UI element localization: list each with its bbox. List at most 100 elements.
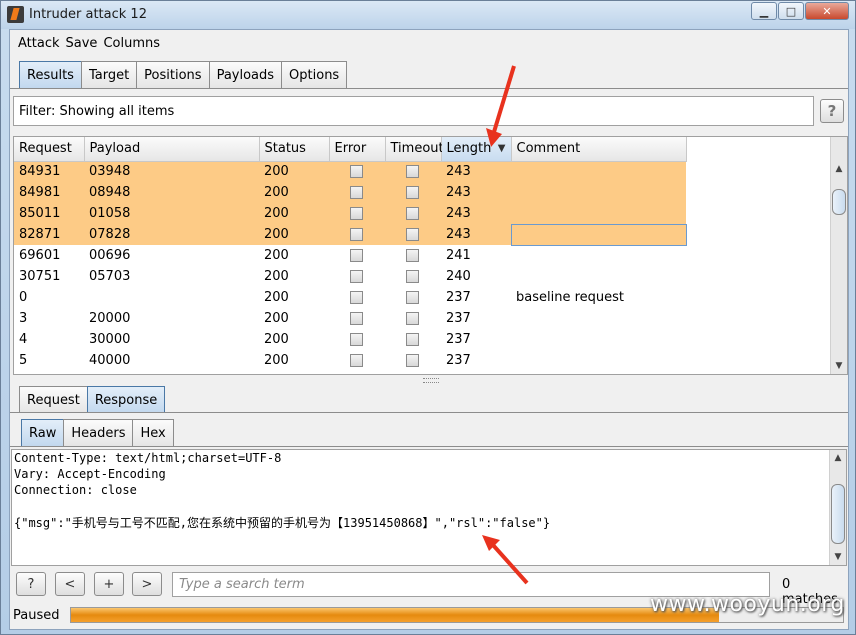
cell-status: 200 <box>264 290 289 305</box>
table-row[interactable]: 30751 05703 200 240 <box>14 266 686 287</box>
minimize-icon[interactable]: ▁ <box>751 2 777 20</box>
table-header: Request Payload Status Error Timeout Len… <box>14 137 687 162</box>
cell-error <box>329 329 385 350</box>
tab-hex[interactable]: Hex <box>132 419 174 446</box>
pane-splitter[interactable] <box>13 377 848 383</box>
tab-divider <box>10 88 848 89</box>
cell-payload: 20000 <box>89 311 131 326</box>
col-length[interactable]: Length ▼ <box>441 137 512 162</box>
search-help-button[interactable]: ? <box>16 572 46 596</box>
table-row[interactable]: 0 200 237 baseline request <box>14 287 686 308</box>
scroll-down-icon[interactable]: ▼ <box>831 358 847 374</box>
scroll-thumb[interactable] <box>831 484 845 544</box>
tab-target[interactable]: Target <box>80 61 138 88</box>
error-checkbox[interactable] <box>350 354 363 367</box>
add-button[interactable]: + <box>94 572 124 596</box>
cell-length: 243 <box>441 224 511 245</box>
table-row[interactable]: 69601 00696 200 241 <box>14 245 686 266</box>
error-checkbox[interactable] <box>350 228 363 241</box>
table-row[interactable]: 84981 08948 200 243 <box>14 182 686 203</box>
close-icon[interactable]: ✕ <box>805 2 849 20</box>
col-timeout[interactable]: Timeout <box>385 137 444 162</box>
table-row[interactable]: 3 20000 200 237 <box>14 308 686 329</box>
col-error[interactable]: Error <box>329 137 386 162</box>
cell-status: 200 <box>259 182 329 203</box>
scroll-thumb[interactable] <box>832 189 846 215</box>
cell-payload: 08948 <box>84 182 259 203</box>
response-scrollbar[interactable]: ▲ ▼ <box>829 450 846 565</box>
intruder-window: Intruder attack 12 ▁ □ ✕ Attack Save Col… <box>0 0 856 635</box>
error-checkbox[interactable] <box>350 186 363 199</box>
cell-timeout <box>385 245 441 266</box>
next-match-button[interactable]: > <box>132 572 162 596</box>
tab-request[interactable]: Request <box>19 386 88 413</box>
tab-options[interactable]: Options <box>281 61 348 88</box>
cell-status: 200 <box>264 311 289 326</box>
response-header-line: Content-Type: text/html;charset=UTF-8 <box>14 451 282 465</box>
error-checkbox[interactable] <box>350 207 363 220</box>
tab-payloads[interactable]: Payloads <box>208 61 283 88</box>
timeout-checkbox[interactable] <box>406 207 419 220</box>
timeout-checkbox[interactable] <box>406 354 419 367</box>
error-checkbox[interactable] <box>350 249 363 262</box>
error-checkbox[interactable] <box>350 165 363 179</box>
table-row[interactable]: 4 30000 200 237 <box>14 329 686 350</box>
menu-attack[interactable]: Attack <box>18 36 60 51</box>
watermark: www.wooyun.org <box>650 592 845 617</box>
scroll-up-icon[interactable]: ▲ <box>830 450 846 466</box>
menu-bar: Attack Save Columns <box>10 30 848 56</box>
timeout-checkbox[interactable] <box>406 186 419 199</box>
progress-fill <box>71 608 720 622</box>
cell-timeout <box>385 350 441 371</box>
tab-response[interactable]: Response <box>86 386 166 413</box>
col-comment[interactable]: Comment <box>511 137 687 162</box>
timeout-checkbox[interactable] <box>406 333 419 346</box>
col-payload[interactable]: Payload <box>84 137 260 162</box>
filter-help-button[interactable]: ? <box>820 99 844 123</box>
timeout-checkbox[interactable] <box>406 165 419 179</box>
scroll-up-icon[interactable]: ▲ <box>831 161 847 177</box>
cell-request: 84981 <box>14 182 84 203</box>
table-scrollbar[interactable]: ▲ ▼ <box>830 137 847 374</box>
menu-save[interactable]: Save <box>66 36 98 51</box>
tab-raw[interactable]: Raw <box>21 419 65 446</box>
window-controls: ▁ □ ✕ <box>750 2 849 20</box>
tab-positions[interactable]: Positions <box>136 61 210 88</box>
error-checkbox[interactable] <box>350 270 363 283</box>
cell-payload: 07828 <box>84 224 259 245</box>
scroll-down-icon[interactable]: ▼ <box>830 549 846 565</box>
tab-headers[interactable]: Headers <box>63 419 134 446</box>
prev-match-button[interactable]: < <box>55 572 85 596</box>
cell-length: 243 <box>441 182 511 203</box>
table-row[interactable]: 84931 03948 200 243 <box>14 161 686 182</box>
menu-columns[interactable]: Columns <box>103 36 160 51</box>
sort-descending-icon: ▼ <box>497 143 506 154</box>
table-row[interactable]: 82871 07828 200 243 <box>14 223 687 246</box>
table-row[interactable]: 5 40000 200 237 <box>14 350 686 371</box>
cell-length: 237 <box>446 332 471 347</box>
col-request[interactable]: Request <box>14 137 85 162</box>
col-status[interactable]: Status <box>259 137 330 162</box>
error-checkbox[interactable] <box>350 291 363 304</box>
cell-comment <box>511 182 686 203</box>
table-row[interactable]: 85011 01058 200 243 <box>14 203 686 224</box>
timeout-checkbox[interactable] <box>406 270 419 283</box>
cell-timeout <box>385 266 441 287</box>
filter-bar[interactable]: Filter: Showing all items <box>13 96 814 126</box>
cell-comment <box>511 350 686 371</box>
timeout-checkbox[interactable] <box>406 291 419 304</box>
timeout-checkbox[interactable] <box>406 228 419 241</box>
error-checkbox[interactable] <box>350 312 363 325</box>
cell-payload <box>84 287 259 308</box>
cell-comment <box>511 308 686 329</box>
error-checkbox[interactable] <box>350 333 363 346</box>
timeout-checkbox[interactable] <box>406 312 419 325</box>
response-viewer[interactable]: Content-Type: text/html;charset=UTF-8 Va… <box>11 449 847 566</box>
response-header-line: Connection: close <box>14 483 137 497</box>
cell-payload: 01058 <box>84 203 259 224</box>
maximize-icon[interactable]: □ <box>778 2 804 20</box>
timeout-checkbox[interactable] <box>406 249 419 262</box>
tab-results[interactable]: Results <box>19 61 82 88</box>
cell-status: 200 <box>264 269 289 284</box>
cell-request: 30751 <box>19 269 61 284</box>
